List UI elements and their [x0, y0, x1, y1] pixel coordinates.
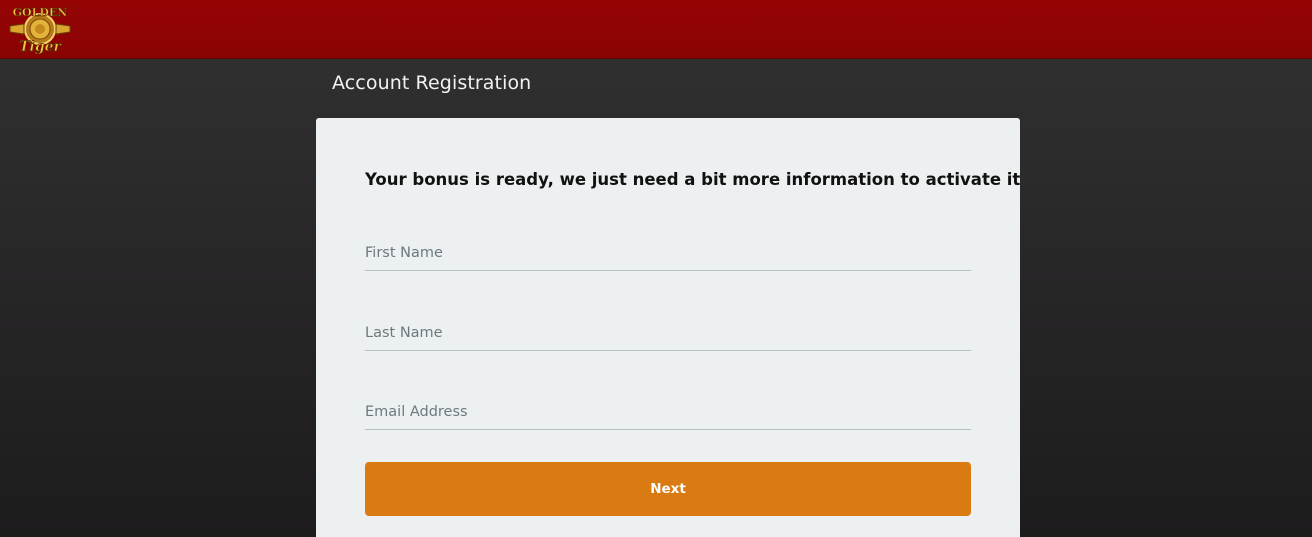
last-name-field-wrapper — [365, 311, 971, 351]
page-title: Account Registration — [332, 72, 532, 94]
registration-card: Your bonus is ready, we just need a bit … — [316, 118, 1020, 537]
first-name-field-wrapper — [365, 231, 971, 271]
form-title: Your bonus is ready, we just need a bit … — [365, 170, 1021, 189]
email-field-wrapper — [365, 390, 971, 430]
top-bar: GOLDEN Tiger — [0, 0, 1312, 59]
email-input[interactable] — [365, 390, 971, 429]
next-button[interactable]: Next — [365, 462, 971, 516]
golden-tiger-logo[interactable]: GOLDEN Tiger — [6, 2, 74, 56]
svg-text:GOLDEN: GOLDEN — [13, 6, 68, 19]
svg-text:Tiger: Tiger — [19, 39, 62, 55]
last-name-input[interactable] — [365, 311, 971, 350]
first-name-input[interactable] — [365, 231, 971, 270]
